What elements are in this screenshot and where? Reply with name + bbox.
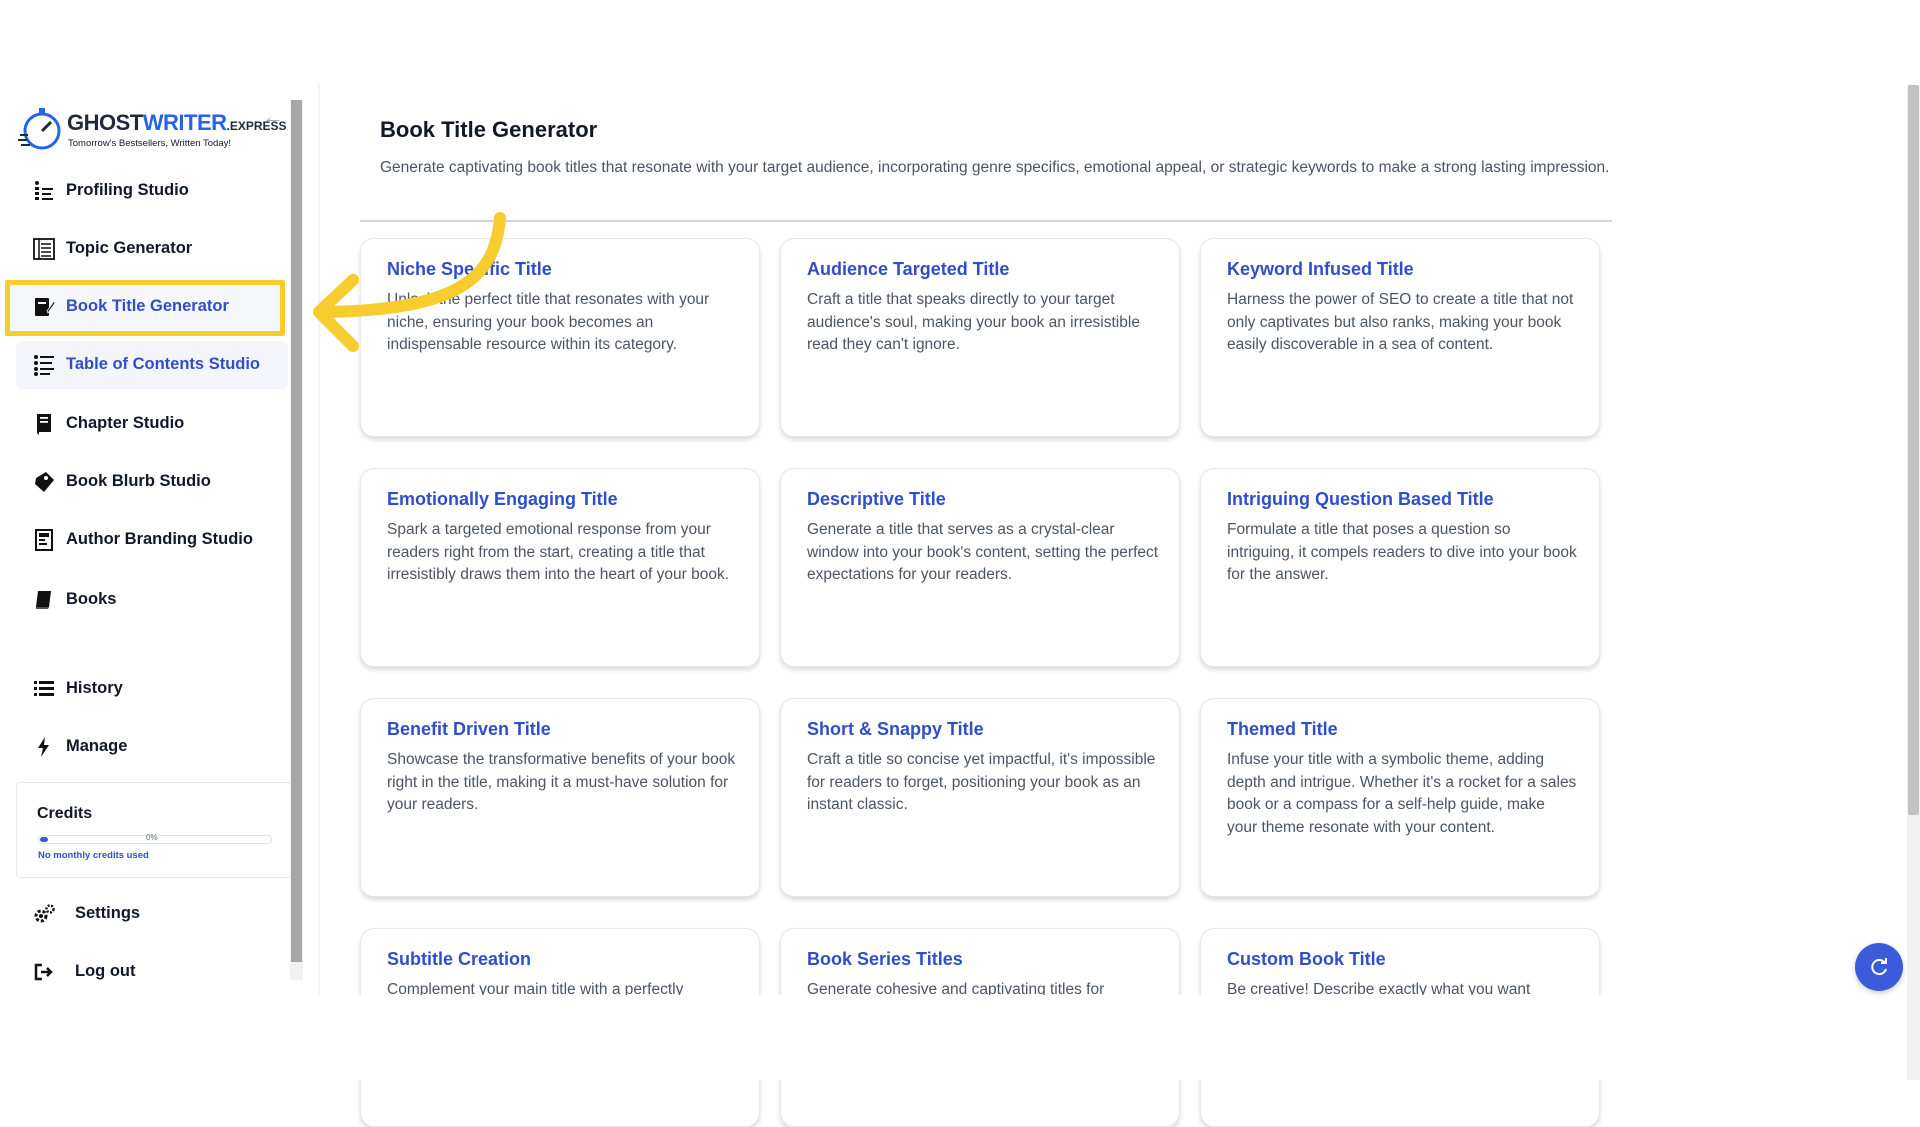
logout-icon: [34, 963, 53, 981]
logo-wordmark: GHOSTWRITER.EXPRESS: [67, 110, 287, 135]
sidebar-item-profiling-studio[interactable]: Profiling Studio: [16, 167, 288, 215]
card-intriguing-question-based-title[interactable]: Intriguing Question Based Title Formulat…: [1200, 468, 1600, 667]
sidebar-item-log-out[interactable]: Log out: [16, 948, 288, 996]
card-short-snappy-title[interactable]: Short & Snappy Title Craft a title so co…: [780, 698, 1180, 897]
card-title: Descriptive Title: [807, 489, 946, 509]
sidebar-item-book-blurb-studio[interactable]: Book Blurb Studio: [16, 458, 288, 506]
sidebar-item-label: Book Title Generator: [66, 297, 229, 315]
collapse-sidebar-icon[interactable]: ←: [262, 106, 284, 128]
credits-title: Credits: [37, 805, 93, 822]
card-title: Audience Targeted Title: [807, 259, 1010, 279]
settings-icon: [34, 904, 55, 923]
card-description: Craft a title that speaks directly to yo…: [807, 291, 1140, 353]
sidebar-item-topic-generator[interactable]: Topic Generator: [16, 225, 288, 273]
card-title: Short & Snappy Title: [807, 719, 984, 739]
viewport-bottom: [330, 995, 1630, 1080]
credits-percent: 0%: [146, 833, 158, 842]
page-scrollbar-thumb[interactable]: [1908, 85, 1919, 815]
card-title: Custom Book Title: [1227, 949, 1386, 969]
header-divider: [360, 220, 1612, 222]
card-description: Infuse your title with a symbolic theme,…: [1227, 751, 1577, 836]
sidebar-item-label: Books: [66, 590, 117, 608]
sidebar-item-label: Topic Generator: [66, 239, 193, 257]
page-scrollbar[interactable]: [1907, 85, 1920, 1080]
sidebar-item-settings[interactable]: Settings: [16, 890, 288, 938]
sidebar-item-author-branding-studio[interactable]: Author Branding Studio: [16, 516, 288, 564]
topic-icon: [33, 238, 55, 260]
app-logo[interactable]: GHOSTWRITER.EXPRESS Tomorrow's Bestselle…: [18, 105, 287, 153]
sidebar-item-history[interactable]: History: [16, 665, 288, 713]
blurb-icon: [35, 472, 54, 492]
page-title: Book Title Generator: [380, 117, 598, 142]
refresh-icon: [1871, 958, 1887, 976]
sidebar-item-label: Book Blurb Studio: [66, 472, 211, 490]
credits-note: No monthly credits used: [38, 850, 149, 861]
stopwatch-logo-icon: [18, 108, 61, 150]
card-description: Generate a title that serves as a crysta…: [807, 521, 1159, 583]
page-description: Generate captivating book titles that re…: [380, 159, 1610, 176]
card-description: Showcase the transformative benefits of …: [387, 751, 736, 813]
sidebar-item-label: Settings: [75, 904, 141, 922]
sidebar-item-label: Profiling Studio: [66, 181, 189, 199]
card-title: Keyword Infused Title: [1227, 259, 1414, 279]
card-title: Intriguing Question Based Title: [1227, 489, 1494, 509]
card-descriptive-title[interactable]: Descriptive Title Generate a title that …: [780, 468, 1180, 667]
branding-icon: [35, 529, 53, 551]
sidebar-item-books[interactable]: Books: [16, 576, 288, 624]
card-title: Themed Title: [1227, 719, 1338, 739]
sidebar-item-manage[interactable]: Manage: [16, 723, 288, 771]
sidebar-scrollbar[interactable]: [290, 100, 303, 980]
card-benefit-driven-title[interactable]: Benefit Driven Title Showcase the transf…: [360, 698, 760, 897]
sidebar-item-label: Log out: [75, 962, 136, 980]
card-themed-title[interactable]: Themed Title Infuse your title with a sy…: [1200, 698, 1600, 897]
refresh-fab-button[interactable]: [1855, 943, 1903, 991]
card-audience-targeted-title[interactable]: Audience Targeted Title Craft a title th…: [780, 238, 1180, 437]
sidebar-item-chapter-studio[interactable]: Chapter Studio: [16, 400, 288, 448]
manage-icon: [38, 737, 49, 757]
sidebar-item-label: Author Branding Studio: [66, 530, 253, 548]
card-title: Subtitle Creation: [387, 949, 532, 969]
card-description: Formulate a title that poses a question …: [1227, 521, 1577, 583]
sidebar-item-label: Table of Contents Studio: [66, 355, 261, 373]
books-icon: [36, 591, 51, 609]
sidebar-item-label: Manage: [66, 737, 128, 755]
history-icon: [34, 681, 54, 696]
card-title: Emotionally Engaging Title: [387, 489, 618, 509]
card-title: Benefit Driven Title: [387, 719, 551, 739]
card-description: Harness the power of SEO to create a tit…: [1227, 291, 1574, 353]
credits-card: Credits 0% No monthly credits used: [16, 782, 291, 878]
sidebar-scrollbar-thumb[interactable]: [291, 100, 302, 962]
chapter-icon: [37, 414, 51, 435]
profiling-icon: [35, 181, 53, 200]
book-title-icon: [35, 298, 56, 316]
main-content: Book Title Generator Generate captivatin…: [360, 0, 1612, 1127]
credits-progress-fill: [40, 837, 48, 842]
card-title: Book Series Titles: [807, 949, 963, 969]
toc-icon: [34, 355, 54, 376]
sidebar-item-table-of-contents-studio[interactable]: Table of Contents Studio: [16, 341, 288, 389]
card-keyword-infused-title[interactable]: Keyword Infused Title Harness the power …: [1200, 238, 1600, 437]
card-description: Craft a title so concise yet impactful, …: [807, 751, 1156, 813]
sidebar-item-book-title-generator[interactable]: Book Title Generator: [16, 283, 288, 331]
card-description: Spark a targeted emotional response from…: [387, 521, 730, 583]
logo-tagline: Tomorrow's Bestsellers, Written Today!: [68, 138, 232, 149]
sidebar-item-label: History: [66, 679, 123, 697]
card-emotionally-engaging-title[interactable]: Emotionally Engaging Title Spark a targe…: [360, 468, 760, 667]
sidebar-item-label: Chapter Studio: [66, 414, 185, 432]
pointer-arrow-annotation: [313, 212, 506, 352]
sidebar: GHOSTWRITER.EXPRESS Tomorrow's Bestselle…: [0, 100, 303, 996]
